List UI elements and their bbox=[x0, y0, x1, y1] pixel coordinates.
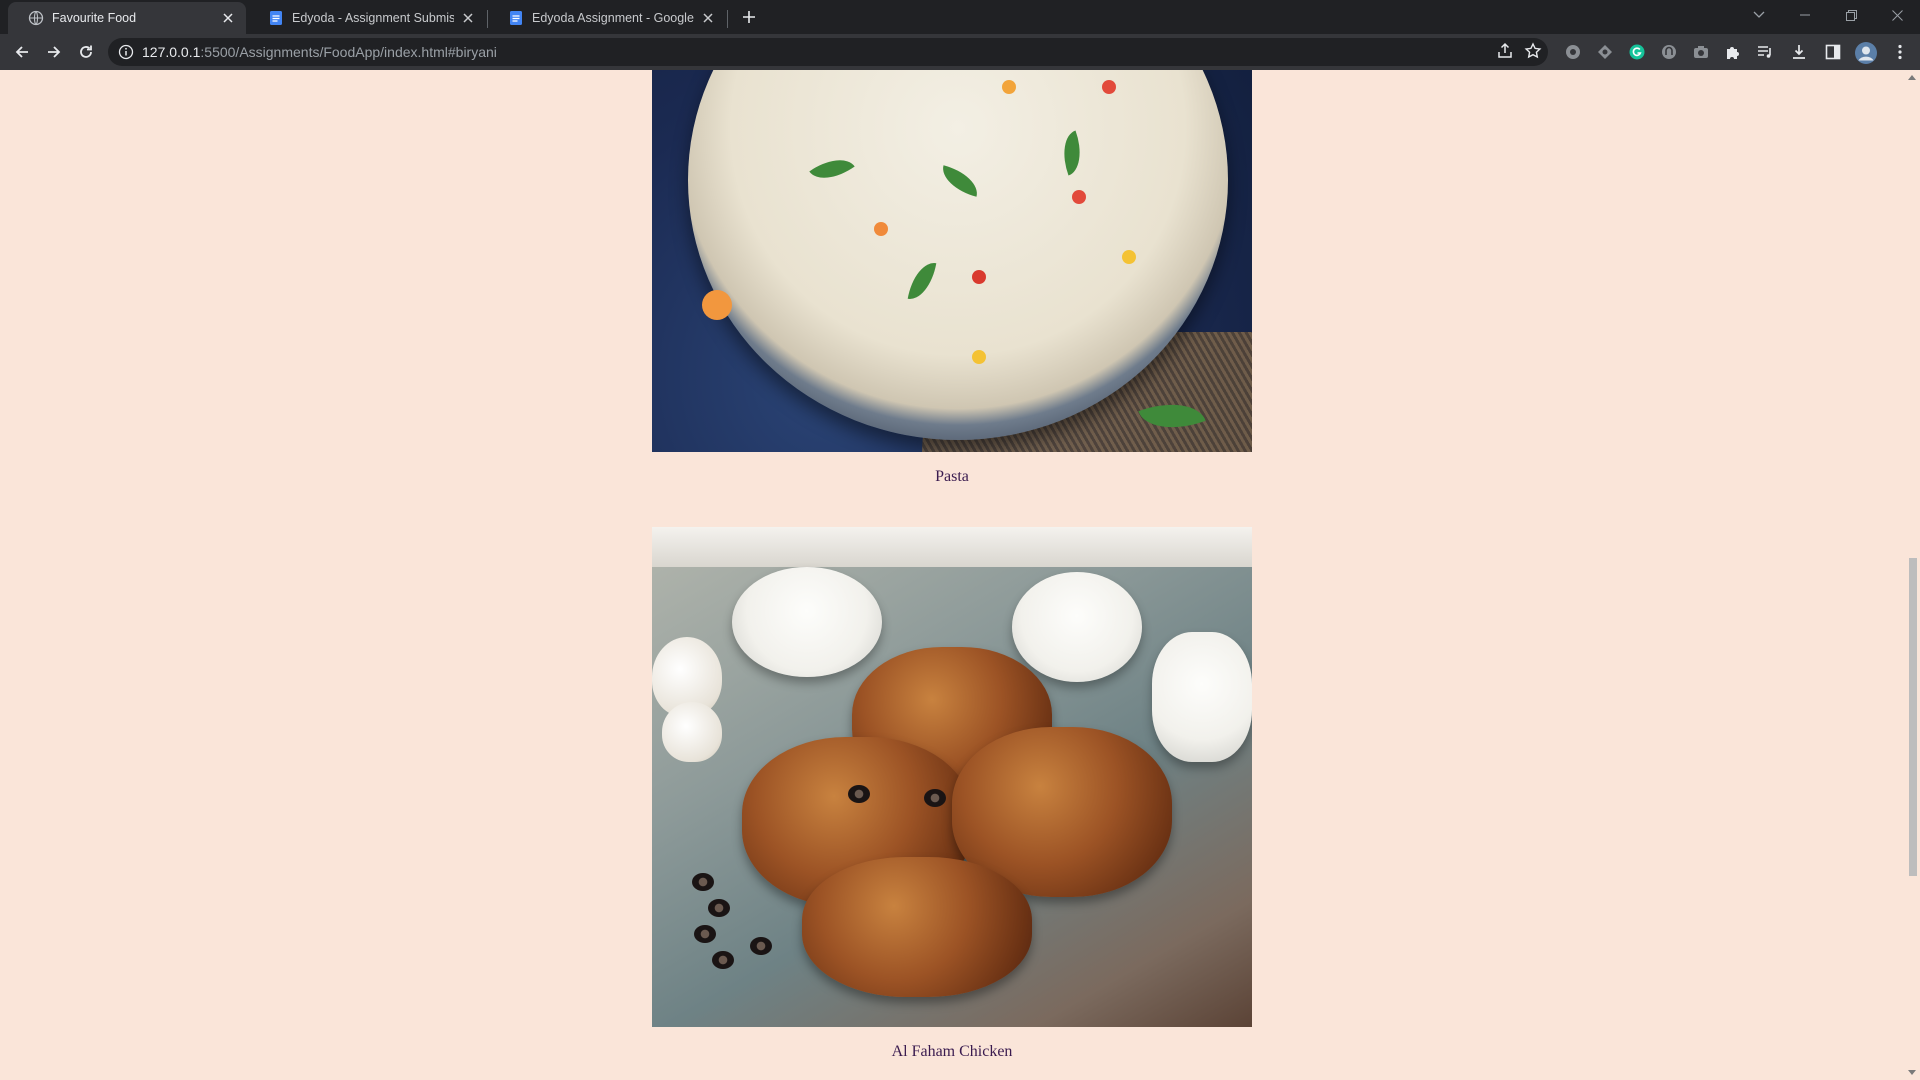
bookmark-star-icon[interactable] bbox=[1524, 42, 1542, 60]
tab-favourite-food[interactable]: Favourite Food bbox=[8, 2, 246, 34]
reload-button[interactable] bbox=[72, 38, 100, 66]
pepper-piece bbox=[972, 270, 986, 284]
pepper-piece bbox=[1072, 190, 1086, 204]
tab-separator bbox=[727, 10, 728, 28]
google-docs-icon bbox=[510, 11, 522, 25]
new-tab-button[interactable] bbox=[738, 6, 760, 28]
pepper-piece bbox=[972, 350, 986, 364]
restore-button[interactable] bbox=[1828, 0, 1874, 30]
avatar[interactable] bbox=[1855, 42, 1877, 64]
extension-3-icon[interactable] bbox=[1659, 42, 1679, 62]
pepper-piece bbox=[1102, 80, 1116, 94]
forward-button[interactable] bbox=[40, 38, 68, 66]
window-controls bbox=[1736, 0, 1920, 30]
olive-slice bbox=[848, 785, 870, 803]
url-host: 127.0.0.1 bbox=[142, 44, 201, 60]
tab-title: Favourite Food bbox=[52, 11, 137, 25]
pepper-piece bbox=[874, 222, 888, 236]
back-button[interactable] bbox=[8, 38, 36, 66]
chicken-piece bbox=[802, 857, 1032, 997]
page-scrollbar[interactable] bbox=[1905, 70, 1920, 1080]
pepper-piece bbox=[1122, 250, 1136, 264]
extensions-puzzle-icon[interactable] bbox=[1723, 42, 1743, 62]
olive-slice bbox=[750, 937, 772, 955]
scroll-down-arrow-icon[interactable] bbox=[1908, 1070, 1916, 1075]
close-tab-icon[interactable] bbox=[700, 10, 716, 26]
arrow-right-icon bbox=[48, 46, 61, 58]
more-menu-icon[interactable] bbox=[1890, 42, 1910, 62]
food-caption: Al Faham Chicken bbox=[891, 1043, 1013, 1060]
olive-slice bbox=[712, 951, 734, 969]
onion-salad-bowl bbox=[732, 567, 882, 677]
arrow-left-icon bbox=[15, 46, 28, 58]
food-card-al-faham-chicken: Al Faham Chicken bbox=[652, 527, 1252, 1061]
reload-icon bbox=[80, 45, 92, 58]
mayonnaise-bowl bbox=[1012, 572, 1142, 682]
plate-edge bbox=[652, 527, 1252, 567]
pepper-piece bbox=[1002, 80, 1016, 94]
green-chutney-cup bbox=[1152, 632, 1252, 762]
scroll-up-arrow-icon[interactable] bbox=[1908, 75, 1916, 80]
side-panel-icon[interactable] bbox=[1823, 42, 1843, 62]
plus-icon bbox=[743, 11, 755, 23]
camera-icon[interactable] bbox=[1691, 42, 1711, 62]
extension-1-icon[interactable] bbox=[1563, 42, 1583, 62]
address-bar[interactable]: 127.0.0.1:5500/Assignments/FoodApp/index… bbox=[108, 38, 1548, 66]
tab-edyoda-assignment-google-docs[interactable]: Edyoda Assignment - Google Docs bbox=[488, 2, 726, 34]
site-info-icon[interactable] bbox=[118, 44, 134, 60]
media-queue-icon[interactable] bbox=[1755, 42, 1775, 62]
download-icon[interactable] bbox=[1789, 42, 1809, 62]
pepper-piece bbox=[702, 290, 732, 320]
close-tab-icon[interactable] bbox=[460, 10, 476, 26]
olive-slice bbox=[694, 925, 716, 943]
food-caption: Pasta bbox=[935, 468, 969, 485]
tab-strip: Favourite Food Edyoda - Assignment Submi… bbox=[0, 0, 1920, 34]
close-window-button[interactable] bbox=[1874, 0, 1920, 30]
tab-title: Edyoda Assignment - Google Docs bbox=[532, 11, 694, 25]
omnibox-actions bbox=[1496, 42, 1542, 60]
tab-search-button[interactable] bbox=[1736, 0, 1782, 30]
scrollbar-thumb[interactable] bbox=[1909, 558, 1917, 876]
food-card-pasta: Pasta bbox=[652, 70, 1252, 486]
olive-slice bbox=[692, 873, 714, 891]
chevron-down-icon bbox=[1753, 11, 1765, 18]
minimize-icon bbox=[1800, 14, 1810, 16]
olive-slice bbox=[924, 789, 946, 807]
url-text: 127.0.0.1:5500/Assignments/FoodApp/index… bbox=[142, 44, 497, 60]
share-icon[interactable] bbox=[1496, 42, 1514, 60]
tab-edyoda-assignment-submission[interactable]: Edyoda - Assignment Submission bbox=[248, 2, 486, 34]
browser-toolbar: 127.0.0.1:5500/Assignments/FoodApp/index… bbox=[0, 34, 1920, 71]
pasta-image bbox=[652, 70, 1252, 452]
restore-icon bbox=[1845, 9, 1857, 21]
garlic-bulb bbox=[662, 702, 722, 762]
page-viewport: Pasta Al Faham Chicken bbox=[0, 70, 1905, 1080]
close-tab-icon[interactable] bbox=[220, 10, 236, 26]
google-docs-icon bbox=[270, 11, 282, 25]
globe-icon bbox=[28, 10, 44, 26]
tab-title: Edyoda - Assignment Submission bbox=[292, 11, 454, 25]
close-icon bbox=[1891, 9, 1903, 21]
minimize-button[interactable] bbox=[1782, 0, 1828, 30]
grammarly-icon[interactable] bbox=[1627, 42, 1647, 62]
extension-2-icon[interactable] bbox=[1595, 42, 1615, 62]
olive-slice bbox=[708, 899, 730, 917]
al-faham-chicken-image bbox=[652, 527, 1252, 1027]
url-path: :5500/Assignments/FoodApp/index.html#bir… bbox=[200, 44, 497, 60]
